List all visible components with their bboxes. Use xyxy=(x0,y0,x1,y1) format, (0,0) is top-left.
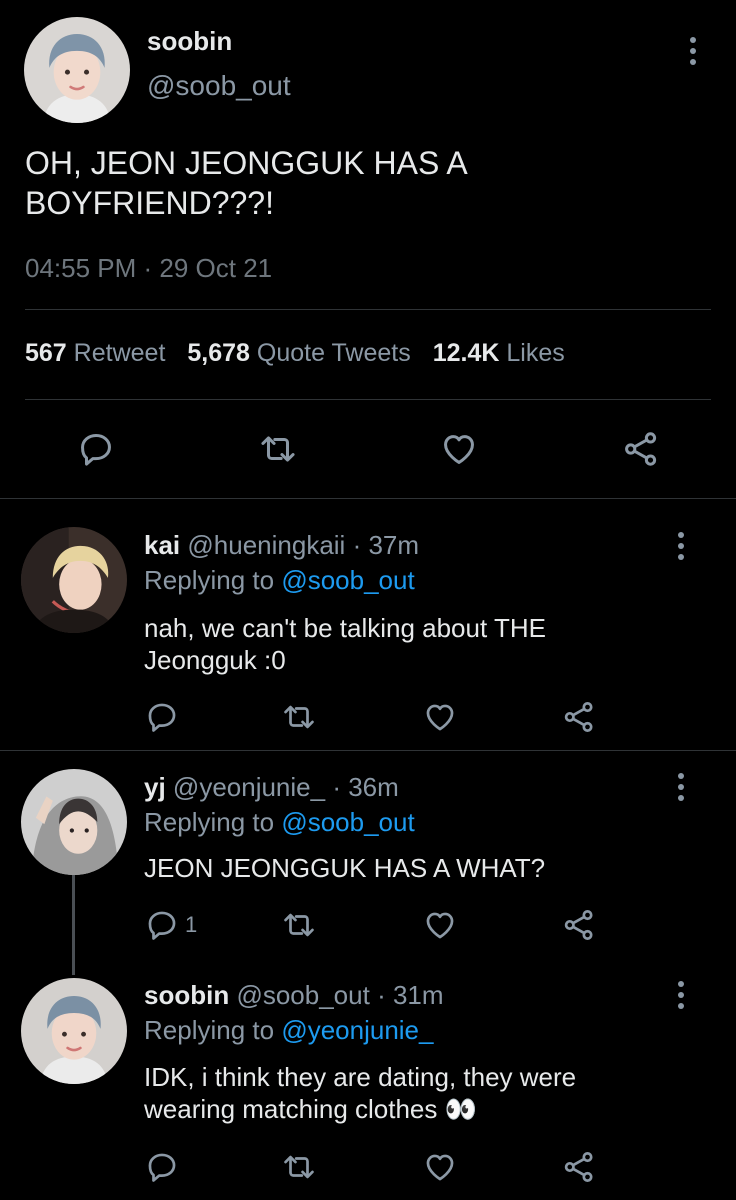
heart-icon[interactable] xyxy=(423,1150,457,1184)
reply-author-handle[interactable]: @soob_out xyxy=(236,980,369,1010)
divider xyxy=(0,750,736,751)
reply-icon[interactable] xyxy=(77,430,115,468)
reply-time: · 37m xyxy=(352,530,420,560)
reply-icon[interactable] xyxy=(145,908,179,942)
reply-avatar[interactable] xyxy=(21,769,127,875)
reply-text: nah, we can't be talking about THE Jeong… xyxy=(144,613,546,675)
retweet-icon[interactable] xyxy=(281,700,317,734)
reply-time: · 36m xyxy=(332,772,399,802)
reply-header: kai @hueningkaii · 37m xyxy=(144,530,419,561)
reply-icon[interactable] xyxy=(145,700,179,734)
retweet-icon[interactable] xyxy=(281,1150,317,1184)
heart-icon[interactable] xyxy=(423,908,457,942)
mention-link[interactable]: @soob_out xyxy=(281,807,414,837)
replying-to: Replying to @soob_out xyxy=(144,565,415,595)
reply-header: yj @yeonjunie_ · 36m xyxy=(144,772,399,803)
heart-icon[interactable] xyxy=(423,700,457,734)
retweet-icon[interactable] xyxy=(258,430,298,468)
more-vertical-icon[interactable] xyxy=(688,36,698,66)
share-icon[interactable] xyxy=(561,908,597,942)
quote-stat[interactable]: 5,678 Quote Tweets xyxy=(187,339,410,367)
author-handle[interactable]: @soob_out xyxy=(147,70,291,102)
author-name[interactable]: soobin xyxy=(147,26,232,57)
more-vertical-icon[interactable] xyxy=(676,772,686,802)
tweet-timestamp[interactable]: 04:55 PM · 29 Oct 21 xyxy=(25,253,272,284)
likes-stat[interactable]: 12.4K Likes xyxy=(433,339,565,367)
reply-avatar[interactable] xyxy=(21,978,127,1084)
share-icon[interactable] xyxy=(621,430,661,468)
share-icon[interactable] xyxy=(561,700,597,734)
reply-icon[interactable] xyxy=(145,1150,179,1184)
reply-author-name[interactable]: kai xyxy=(144,530,180,560)
divider xyxy=(25,399,711,400)
reply-author-name[interactable]: yj xyxy=(144,772,166,802)
replying-to: Replying to @yeonjunie_ xyxy=(144,1015,434,1045)
reply-header: soobin @soob_out · 31m xyxy=(144,980,444,1011)
retweet-icon[interactable] xyxy=(281,908,317,942)
divider xyxy=(25,309,711,310)
reply-count: 1 xyxy=(185,912,198,937)
divider xyxy=(0,498,736,499)
replying-to: Replying to @soob_out xyxy=(144,807,415,837)
more-vertical-icon[interactable] xyxy=(676,980,686,1010)
tweet-stats: 567 Retweet 5,678 Quote Tweets 12.4K Likes xyxy=(25,339,565,368)
tweet-text: OH, JEON JEONGGUK HAS A BOYFRIEND???! xyxy=(25,145,466,221)
reply-text: IDK, i think they are dating, they were … xyxy=(144,1062,577,1124)
author-avatar[interactable] xyxy=(24,17,130,123)
reply-avatar[interactable] xyxy=(21,527,127,633)
thread-line xyxy=(72,873,75,975)
mention-link[interactable]: @soob_out xyxy=(281,565,414,595)
reply-author-handle[interactable]: @hueningkaii xyxy=(187,530,345,560)
reply-time: · 31m xyxy=(377,980,444,1010)
reply-text: JEON JEONGGUK HAS A WHAT? xyxy=(144,853,546,883)
retweet-stat[interactable]: 567 Retweet xyxy=(25,339,165,367)
reply-author-name[interactable]: soobin xyxy=(144,980,229,1010)
reply-author-handle[interactable]: @yeonjunie_ xyxy=(173,772,325,802)
heart-icon[interactable] xyxy=(440,430,478,468)
share-icon[interactable] xyxy=(561,1150,597,1184)
more-vertical-icon[interactable] xyxy=(676,531,686,561)
mention-link[interactable]: @yeonjunie_ xyxy=(281,1015,433,1045)
